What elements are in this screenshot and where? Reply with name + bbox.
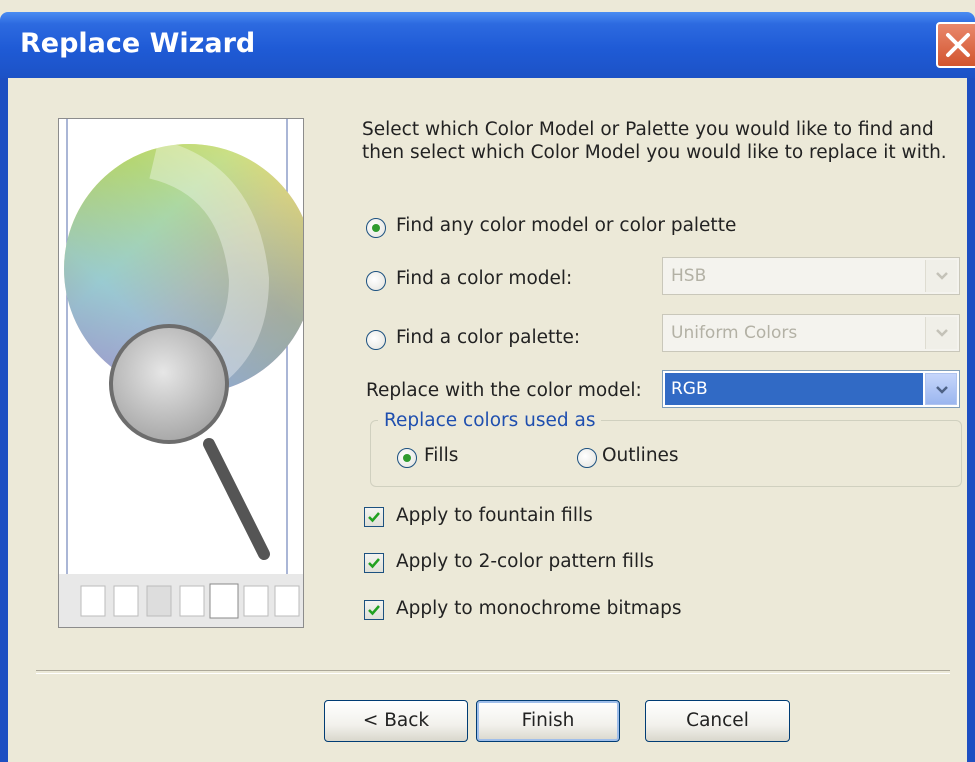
find-any-label[interactable]: Find any color model or color palette xyxy=(396,215,736,236)
find-color-palette-value: Uniform Colors xyxy=(671,323,798,343)
chevron-down-icon xyxy=(936,329,948,337)
chevron-down-icon xyxy=(936,272,948,280)
cancel-button[interactable]: Cancel xyxy=(645,700,790,742)
back-button[interactable]: < Back xyxy=(324,700,468,742)
chevron-down-icon xyxy=(936,386,948,394)
find-color-palette-select[interactable]: Uniform Colors xyxy=(662,314,960,352)
find-any-radio[interactable] xyxy=(366,218,386,238)
window-frame-right xyxy=(967,78,975,762)
fountain-fills-label[interactable]: Apply to fountain fills xyxy=(396,505,593,526)
radio-selected-dot xyxy=(403,454,411,462)
replace-colors-used-as-title: Replace colors used as xyxy=(378,410,602,431)
pattern-fills-checkbox[interactable] xyxy=(364,553,384,573)
finish-button[interactable]: Finish xyxy=(476,700,620,742)
color-wheel-magnifier-image xyxy=(59,119,303,627)
find-color-model-dropdown-button[interactable] xyxy=(925,260,957,292)
find-color-palette-radio[interactable] xyxy=(366,330,386,350)
find-color-model-label[interactable]: Find a color model: xyxy=(396,268,572,289)
fountain-fills-checkbox[interactable] xyxy=(364,507,384,527)
find-color-palette-label[interactable]: Find a color palette: xyxy=(396,327,580,348)
replace-wizard-dialog: Replace Wizard Select which Color Model … xyxy=(0,0,975,762)
window-frame-left xyxy=(0,78,8,762)
replace-color-model-dropdown-button[interactable] xyxy=(925,373,957,405)
replace-color-model-value: RGB xyxy=(671,379,708,399)
close-button[interactable] xyxy=(936,22,975,68)
find-color-model-select[interactable]: HSB xyxy=(662,257,960,295)
window-title: Replace Wizard xyxy=(20,28,256,59)
checkmark-icon xyxy=(368,512,380,523)
instructions-text: Select which Color Model or Palette you … xyxy=(362,119,947,163)
find-color-model-value: HSB xyxy=(671,266,707,286)
radio-selected-dot xyxy=(372,224,380,232)
checkmark-icon xyxy=(368,605,380,616)
outlines-radio[interactable] xyxy=(577,448,597,468)
fills-radio[interactable] xyxy=(397,448,417,468)
monochrome-bitmaps-label[interactable]: Apply to monochrome bitmaps xyxy=(396,598,682,619)
monochrome-bitmaps-checkbox[interactable] xyxy=(364,600,384,620)
wizard-illustration xyxy=(58,118,304,628)
button-separator xyxy=(36,670,950,674)
close-icon xyxy=(946,33,970,57)
fills-label[interactable]: Fills xyxy=(424,445,458,466)
outlines-label[interactable]: Outlines xyxy=(602,445,679,466)
pattern-fills-label[interactable]: Apply to 2-color pattern fills xyxy=(396,551,654,572)
find-color-model-radio[interactable] xyxy=(366,271,386,291)
replace-color-model-select[interactable]: RGB xyxy=(662,370,960,408)
find-color-palette-dropdown-button[interactable] xyxy=(925,317,957,349)
checkmark-icon xyxy=(368,558,380,569)
replace-with-label: Replace with the color model: xyxy=(366,380,642,401)
